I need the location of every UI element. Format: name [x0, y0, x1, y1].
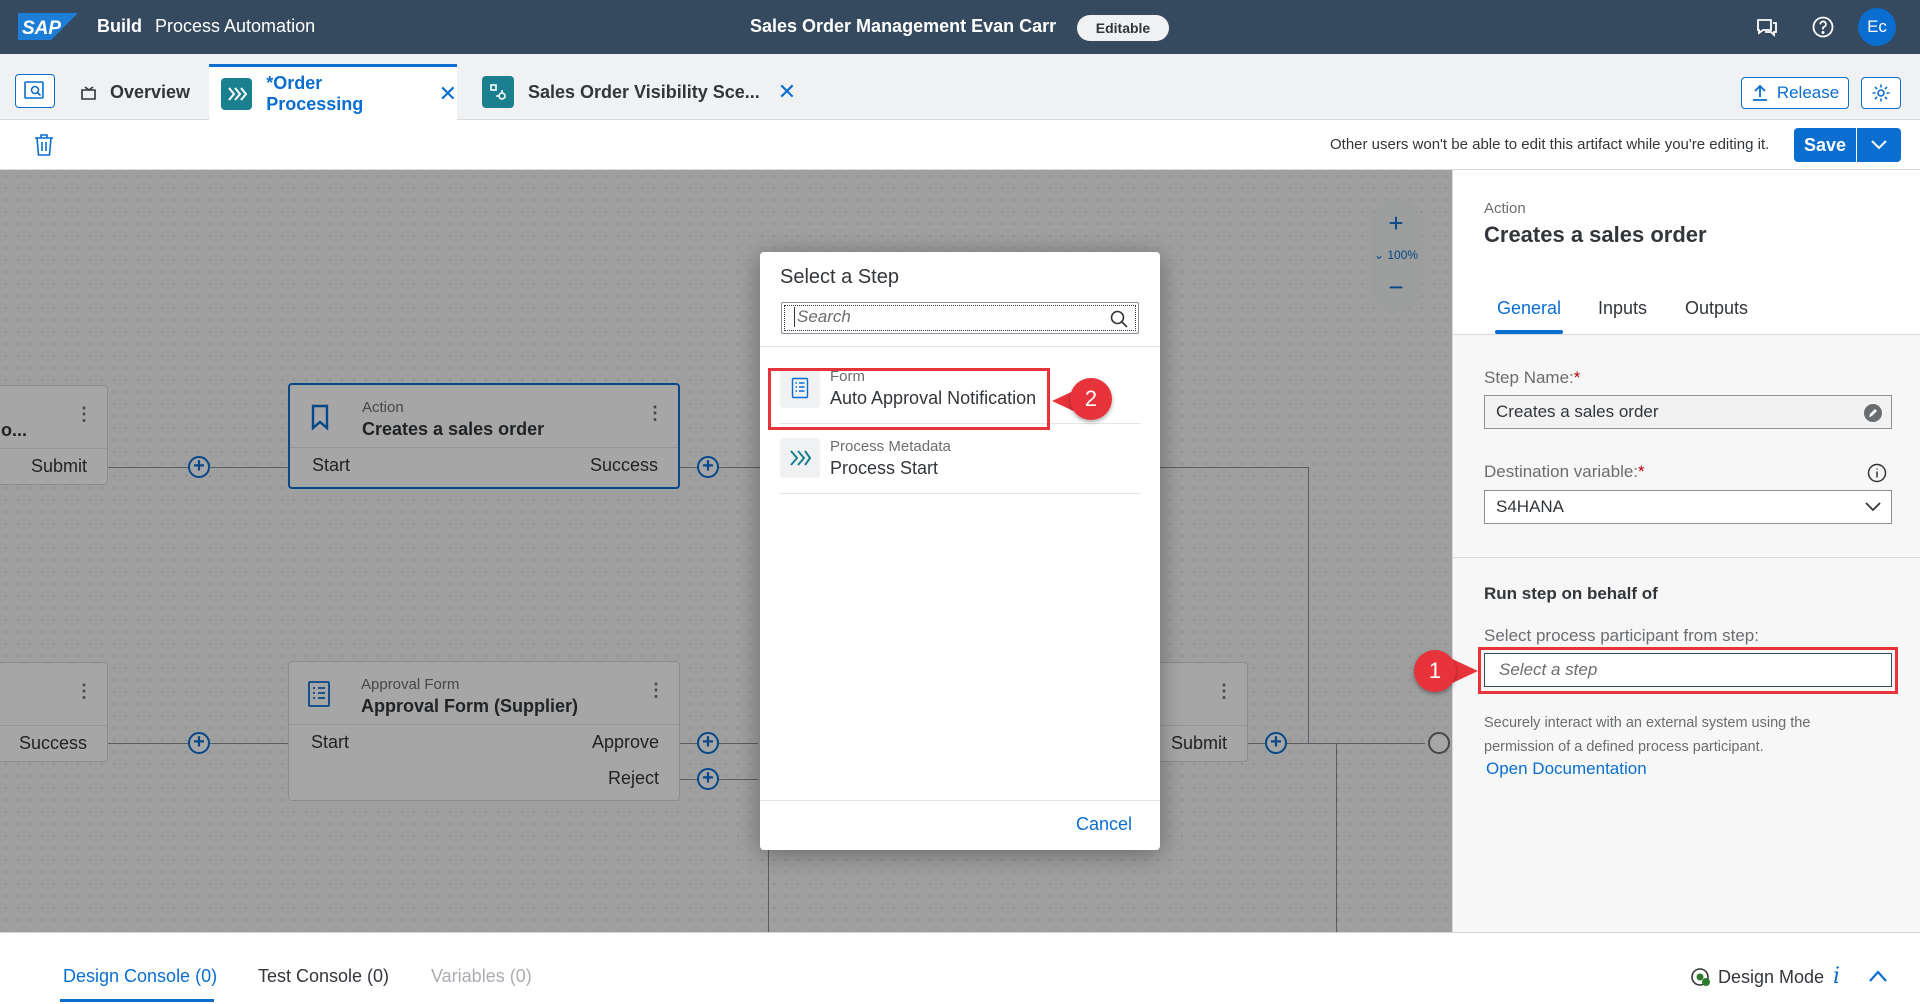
option-type: Process Metadata [830, 438, 951, 455]
tab-general[interactable]: General [1497, 298, 1561, 319]
chevron-down-icon [1871, 140, 1887, 150]
design-mode-label: Design Mode [1718, 966, 1825, 987]
feedback-icon[interactable] [1755, 15, 1779, 39]
edit-icon[interactable] [1863, 403, 1883, 423]
panel-title: Creates a sales order [1484, 222, 1707, 247]
shell-build-label: Build [97, 16, 142, 36]
properties-panel: Action Creates a sales order General Inp… [1452, 170, 1920, 932]
callout-badge-1: 1 [1414, 650, 1456, 692]
panel-step-type: Action [1484, 200, 1526, 217]
sap-logo[interactable]: SAP [18, 13, 78, 40]
shell-product-label: Process Automation [155, 16, 316, 36]
info-icon[interactable]: i [1833, 964, 1840, 989]
editable-badge: Editable [1077, 15, 1169, 41]
help-icon[interactable] [1811, 15, 1835, 39]
participant-description: Securely interact with an external syste… [1484, 715, 1811, 755]
upload-icon [1752, 84, 1767, 101]
active-tab-indicator [60, 999, 214, 1002]
save-button[interactable]: Save [1794, 128, 1856, 162]
tab-bar: Overview *Order Processing ✕ Sales Order… [0, 54, 1920, 120]
tab-order-processing[interactable]: *Order Processing ✕ [209, 64, 457, 120]
shell-bar: SAP Build Process Automation Sales Order… [0, 0, 1920, 54]
participant-label: Select process participant from step: [1484, 626, 1759, 645]
step-option-process-start[interactable]: Process Metadata Process Start [780, 424, 1140, 494]
run-on-behalf-heading: Run step on behalf of [1484, 584, 1658, 603]
editor-toolbar: Other users won't be able to edit this a… [0, 120, 1920, 170]
design-mode-indicator[interactable]: Design Mode [1690, 966, 1824, 988]
destination-select[interactable]: S4HANA [1484, 490, 1892, 524]
dialog-search-field[interactable]: Search [781, 302, 1139, 334]
step-name-value: Creates a sales order [1496, 402, 1659, 421]
release-button[interactable]: Release [1741, 77, 1849, 109]
user-avatar[interactable]: Ec [1858, 8, 1896, 46]
tab-overview[interactable]: Overview [80, 64, 190, 120]
tab-order-processing-label: *Order Processing [266, 72, 364, 114]
tab-overview-label: Overview [110, 81, 191, 102]
search-panel-icon [24, 81, 44, 99]
tab-inputs[interactable]: Inputs [1598, 298, 1647, 319]
destination-value: S4HANA [1496, 497, 1565, 516]
console-bar: Design Console (0) Test Console (0) Vari… [0, 932, 1920, 1004]
step-name-field[interactable]: Creates a sales order [1484, 395, 1892, 429]
search-input[interactable]: Search [794, 307, 1094, 327]
process-icon [780, 438, 820, 478]
dialog-title: Select a Step [780, 266, 899, 288]
tab-test-console[interactable]: Test Console (0) [258, 966, 389, 987]
process-icon [221, 77, 253, 110]
svg-text:SAP: SAP [22, 18, 61, 39]
active-tab-indicator [1495, 330, 1563, 334]
edit-lock-message: Other users won't be able to edit this a… [1330, 136, 1770, 153]
callout-badge-2: 2 [1070, 378, 1112, 420]
cancel-button[interactable]: Cancel [1076, 814, 1132, 835]
settings-button[interactable] [1861, 77, 1901, 109]
tab-design-console[interactable]: Design Console (0) [63, 966, 217, 987]
highlight-box [1478, 647, 1898, 694]
open-documentation-link[interactable]: Open Documentation [1486, 759, 1647, 779]
divider [760, 800, 1160, 801]
highlight-box [768, 368, 1050, 430]
tab-sales-order-visibility-label: Sales Order Visibility Sce... [528, 81, 760, 102]
project-title: Sales Order Management Evan Carr [750, 16, 1057, 36]
select-step-dialog: Select a Step Search Form Auto Approval … [760, 252, 1160, 850]
save-menu-button[interactable] [1857, 128, 1901, 162]
scenario-icon [482, 76, 514, 108]
release-label: Release [1776, 83, 1840, 102]
chevron-up-icon[interactable] [1868, 969, 1888, 983]
panel-header: Action Creates a sales order General Inp… [1453, 170, 1920, 335]
tab-outputs[interactable]: Outputs [1685, 298, 1748, 319]
chevron-down-icon [1865, 502, 1881, 512]
artifact-search-button[interactable] [15, 74, 55, 108]
modal-overlay [0, 170, 1452, 932]
gear-icon [1872, 84, 1890, 102]
close-icon[interactable]: ✕ [439, 81, 457, 107]
delete-icon[interactable] [33, 133, 55, 157]
info-icon[interactable] [1867, 463, 1887, 483]
search-icon[interactable] [1110, 310, 1128, 328]
option-name: Process Start [830, 458, 939, 478]
tab-variables[interactable]: Variables (0) [431, 966, 532, 987]
divider [760, 346, 1160, 347]
close-icon[interactable]: ✕ [778, 79, 796, 105]
overview-icon [81, 86, 96, 100]
tab-sales-order-visibility[interactable]: Sales Order Visibility Sce... ✕ [482, 64, 796, 120]
status-icon [1691, 968, 1710, 986]
destination-label: Destination variable:* [1484, 462, 1645, 481]
step-name-label: Step Name:* [1484, 368, 1581, 387]
